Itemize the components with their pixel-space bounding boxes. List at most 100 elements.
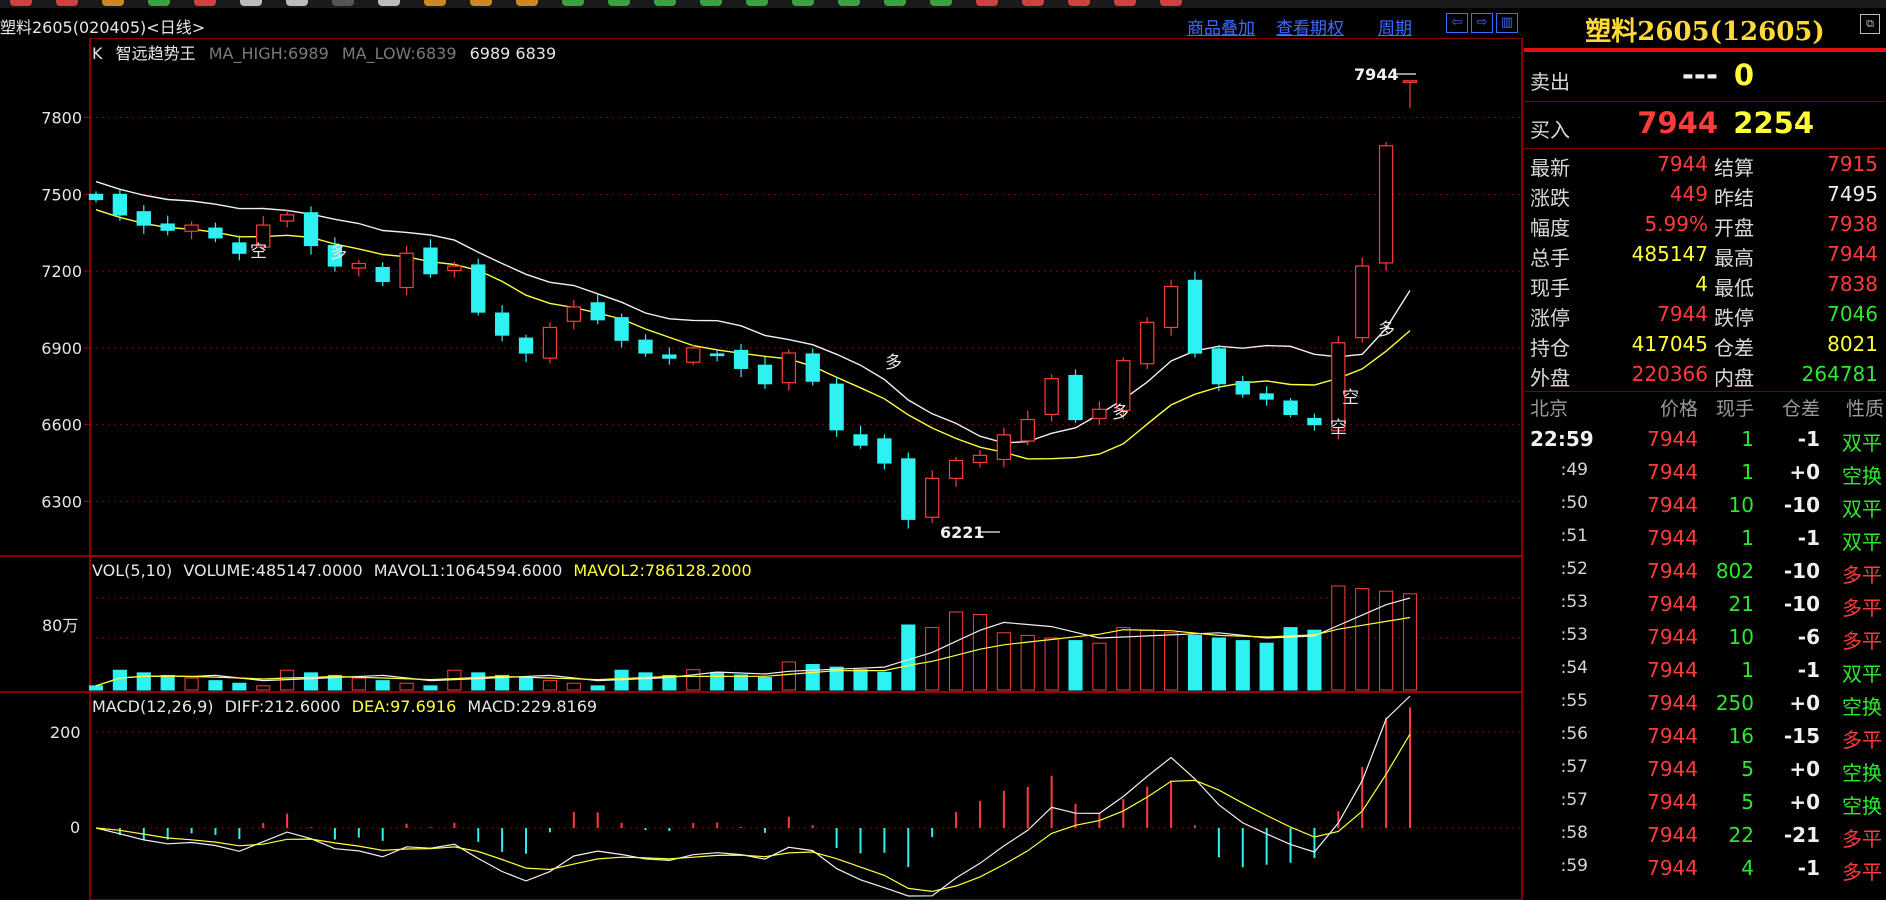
tick-volume: 22	[1728, 823, 1754, 847]
tick-time: :55	[1560, 691, 1588, 711]
toolbar-tool-icon[interactable]	[1068, 0, 1090, 6]
stat-value: 485147	[1631, 242, 1708, 266]
stat-value: 7938	[1827, 212, 1878, 236]
stats-ticks-divider	[1524, 391, 1886, 392]
candle-body	[1068, 374, 1083, 421]
toolbar-tool-icon[interactable]	[1114, 0, 1136, 6]
stat-label: 最低	[1714, 276, 1754, 300]
tick-volume: 1	[1741, 526, 1754, 550]
signal-short-2: 空	[1330, 418, 1347, 438]
toolbar-tool-icon[interactable]	[102, 0, 124, 6]
buy-volume: 2254	[1733, 106, 1814, 140]
trading-terminal: 塑料2605(020405)<日线> 商品叠加 查看期权 周期 ⇦ ⇨ ▥ 78…	[0, 0, 1886, 900]
candle-body	[925, 477, 940, 518]
toolbar-tool-icon[interactable]	[240, 0, 262, 6]
volume-bar	[136, 672, 151, 691]
toolbar-tool-icon[interactable]	[884, 0, 906, 6]
tick-oi-change: -15	[1783, 724, 1820, 748]
toolbar-tool-icon[interactable]	[286, 0, 308, 6]
tick-type: 多平	[1842, 596, 1882, 620]
toolbar-tool-icon[interactable]	[654, 0, 676, 6]
tick-oi-change: +0	[1789, 691, 1820, 715]
scroll-left-icon[interactable]: ⇦	[1446, 13, 1468, 33]
kline-y-tick: 7800	[41, 109, 82, 128]
commodity-overlay-link[interactable]: 商品叠加	[1187, 14, 1255, 39]
toolbar-tool-icon[interactable]	[838, 0, 860, 6]
tick-time: :53	[1560, 625, 1588, 645]
signal-long-1: 多	[1112, 403, 1129, 423]
candle-body	[638, 339, 653, 354]
tick-oi-change: +0	[1789, 460, 1820, 484]
toolbar-tool-icon[interactable]	[148, 0, 170, 6]
toolbar-tool-icon[interactable]	[700, 0, 722, 6]
candle-body	[709, 353, 725, 357]
toolbar-tool-icon[interactable]	[424, 0, 446, 6]
tick-oi-change: -10	[1783, 493, 1820, 517]
macd-frame	[89, 691, 1523, 900]
toolbar-tool-icon[interactable]	[1160, 0, 1182, 6]
stat-value: 220366	[1631, 362, 1708, 386]
tick-header-cell: 仓差	[1781, 398, 1820, 420]
volume-bar	[710, 671, 725, 691]
layout-icon[interactable]: ▥	[1496, 13, 1518, 33]
tick-time: :56	[1560, 724, 1588, 744]
macd-y-tick-200: 200	[50, 723, 81, 742]
candle-body	[948, 459, 964, 479]
tick-time: :49	[1560, 460, 1588, 480]
signal-short-1: 空	[250, 242, 267, 262]
toolbar-tool-icon[interactable]	[1022, 0, 1044, 6]
signal-long-4: 多	[885, 353, 902, 373]
toolbar-tool-icon[interactable]	[10, 0, 32, 6]
stat-value: 417045	[1631, 332, 1708, 356]
stat-value: 264781	[1801, 362, 1878, 386]
volume-bar	[423, 685, 438, 691]
toolbar-tool-icon[interactable]	[378, 0, 400, 6]
period-link[interactable]: 周期	[1378, 14, 1412, 39]
volume-bar	[1211, 637, 1226, 691]
candle-body	[1163, 285, 1179, 329]
scroll-right-icon[interactable]: ⇨	[1471, 13, 1493, 33]
tick-type: 空换	[1842, 761, 1882, 785]
tick-oi-change: -1	[1797, 658, 1820, 682]
kline-chart[interactable]: 7800 7500 7200 6900 6600 6300 K 智远趋势王 MA_HIGH…	[0, 38, 1524, 900]
buy-stats-divider	[1524, 148, 1886, 149]
toolbar-tool-icon[interactable]	[562, 0, 584, 6]
candle-body	[184, 224, 199, 232]
toolbar-tool-icon[interactable]	[332, 0, 354, 6]
stat-value: 8021	[1827, 332, 1878, 356]
toolbar-tool-icon[interactable]	[470, 0, 492, 6]
tick-header-cell: 现手	[1715, 398, 1754, 420]
kline-legend-mahigh: MA_HIGH:6989	[209, 44, 329, 64]
toolbar-tool-icon[interactable]	[976, 0, 998, 6]
volume-bar	[1307, 629, 1322, 691]
candle-body	[136, 211, 151, 226]
toolbar-tool-icon[interactable]	[56, 0, 78, 6]
tick-volume: 4	[1741, 856, 1754, 880]
candle-body	[88, 193, 104, 201]
stat-value: 7838	[1827, 272, 1878, 296]
period-high-label: 7944	[1354, 65, 1399, 84]
chart-title: 塑料2605(020405)<日线>	[0, 18, 206, 37]
macd-diff-line	[95, 695, 1411, 897]
view-options-link[interactable]: 查看期权	[1276, 14, 1344, 39]
tick-type: 双平	[1842, 530, 1882, 554]
toolbar-tool-icon[interactable]	[608, 0, 630, 6]
toolbar-tool-icon[interactable]	[516, 0, 538, 6]
kline-legend-prefix: K	[92, 44, 103, 63]
candle-body	[972, 454, 988, 464]
buy-label: 买入	[1530, 118, 1570, 142]
chart-grid: 7800 7500 7200 6900 6600 6300	[0, 38, 1523, 900]
volume-bar	[972, 614, 988, 691]
toolbar-tool-icon[interactable]	[746, 0, 768, 6]
toolbar-tool-icon[interactable]	[792, 0, 814, 6]
vol-y-tick: 80万	[42, 616, 78, 635]
restore-window-icon[interactable]: ⧉	[1860, 14, 1880, 34]
stat-value: 7915	[1827, 152, 1878, 176]
tick-oi-change: -1	[1797, 427, 1820, 451]
instrument-name: 塑料2605(12605)	[1585, 17, 1825, 47]
toolbar-tool-icon[interactable]	[930, 0, 952, 6]
tick-volume: 1	[1741, 427, 1754, 451]
candle-body	[1140, 321, 1155, 365]
volume-bar	[518, 677, 534, 691]
toolbar-tool-icon[interactable]	[194, 0, 216, 6]
